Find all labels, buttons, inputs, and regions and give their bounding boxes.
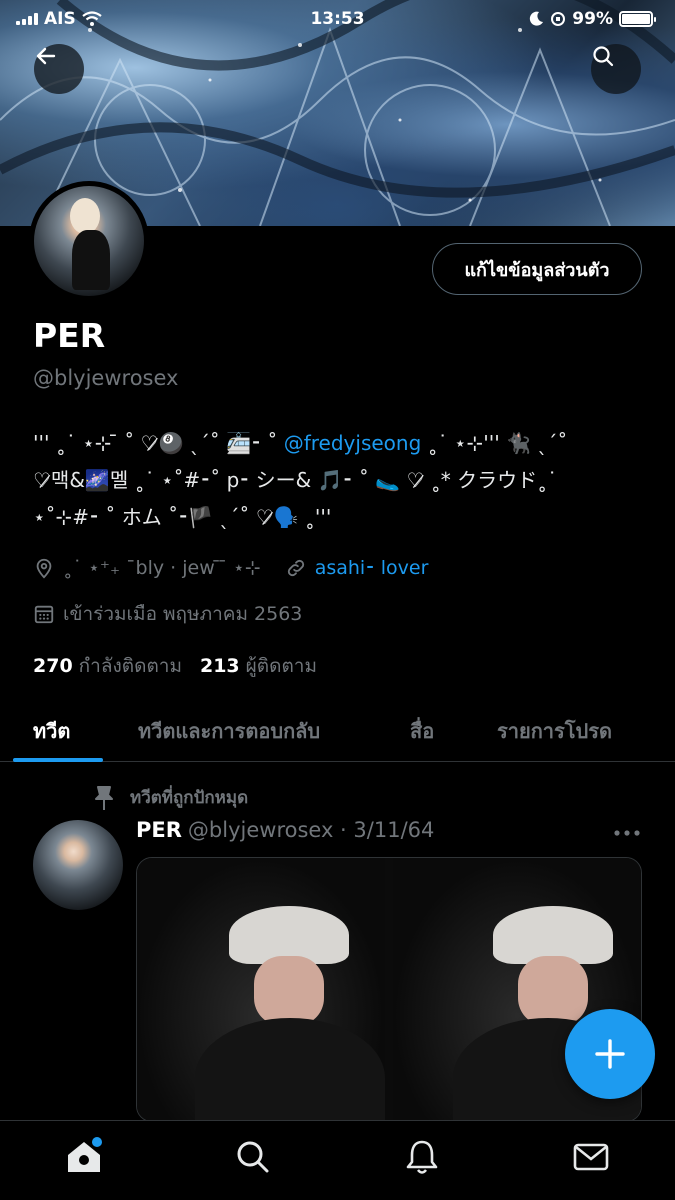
profile-meta-location-website: ˳˙ ⋆⁺₊ ¯bly · jew ̄ ̄ ⋆⊹ asahi⁃ lover	[33, 557, 428, 579]
following-link[interactable]: 270 กำลังติดตาม	[33, 651, 182, 681]
search-button[interactable]	[591, 44, 641, 94]
profile-avatar[interactable]	[29, 181, 149, 301]
rotation-lock-icon	[551, 12, 566, 26]
bio-text: ''' ˳˙ ⋆⊹ ̄ ˚ ♡̷🎱 ˎˊ˚ 🚈⁃ ˚	[33, 431, 284, 455]
pinned-tweet-label: ทวีตที่ถูกปักหมุด	[92, 784, 248, 811]
bio-text: ˳˙ ⋆⊹''' 🐈‍⬛ ˎˊ˚	[421, 431, 568, 455]
pushpin-icon	[95, 785, 113, 810]
battery-percent: 99%	[572, 9, 613, 29]
bio-line: ♡̷맥&🌌멜 ˳˙ ⋆˚#⁃˚ p⁃ シー& 🎵⁃ ˚ 🥿 ♡̷ ˳* クラウド…	[33, 468, 558, 492]
profile-handle: @blyjewrosex	[33, 366, 179, 390]
profile-website-link[interactable]: asahi⁃ lover	[315, 557, 429, 579]
search-icon	[593, 46, 614, 67]
compose-tweet-button[interactable]	[565, 1009, 655, 1099]
search-icon	[237, 1141, 269, 1172]
wifi-icon	[82, 11, 102, 26]
bottom-navigation	[0, 1120, 675, 1200]
tweet-author-name[interactable]: PER	[136, 818, 182, 842]
calendar-icon	[34, 605, 54, 624]
bio-line: ⋆˚⊹#⁃ ˚ ホム ˚⁃🏴 ˎˊ˚ ♡̷🗣️ ˳'''	[33, 505, 332, 529]
arrow-left-icon	[36, 47, 56, 65]
tweet-author-avatar[interactable]	[33, 820, 123, 910]
moon-icon	[530, 11, 544, 26]
profile-bio: ''' ˳˙ ⋆⊹ ̄ ˚ ♡̷🎱 ˎˊ˚ 🚈⁃ ˚ @fredyjseong …	[33, 425, 643, 536]
edit-profile-button[interactable]: แก้ไขข้อมูลส่วนตัว	[432, 243, 642, 295]
tab-tweets-and-replies[interactable]: ทวีตและการตอบกลับ	[138, 700, 320, 762]
nav-home[interactable]	[54, 1127, 114, 1187]
followers-link[interactable]: 213 ผู้ติดตาม	[200, 651, 317, 681]
tweet-more-button[interactable]	[612, 818, 642, 848]
bell-icon	[406, 1140, 438, 1174]
tab-media[interactable]: สื่อ	[410, 700, 434, 762]
tab-likes[interactable]: รายการโปรด	[497, 700, 612, 762]
signal-icon	[16, 13, 38, 25]
location-pin-icon	[36, 558, 52, 579]
tweet-media[interactable]	[136, 857, 642, 1122]
display-name: PER	[33, 316, 106, 355]
profile-tabs: ทวีต ทวีตและการตอบกลับ สื่อ รายการโปรด	[0, 700, 675, 762]
mail-icon	[573, 1143, 608, 1170]
carrier-label: AIS	[44, 9, 76, 29]
plus-icon	[595, 1039, 625, 1069]
home-new-dot	[92, 1136, 103, 1147]
status-bar: AIS 13:53 99%	[0, 0, 675, 38]
nav-notifications[interactable]	[392, 1127, 452, 1187]
nav-explore[interactable]	[223, 1127, 283, 1187]
tweet-header: PER @blyjewrosex · 3/11/64	[136, 818, 434, 842]
more-dots-icon	[614, 830, 640, 836]
active-tab-indicator	[13, 758, 103, 762]
link-icon	[287, 559, 304, 577]
bio-mention-link[interactable]: @fredyjseong	[284, 431, 422, 455]
profile-joined-date: เข้าร่วมเมือ พฤษภาคม 2563	[63, 603, 303, 625]
profile-location: ˳˙ ⋆⁺₊ ¯bly · jew ̄ ̄ ⋆⊹	[63, 557, 261, 579]
nav-messages[interactable]	[561, 1127, 621, 1187]
battery-icon	[619, 11, 656, 27]
tweet-handle-date: @blyjewrosex · 3/11/64	[187, 818, 435, 842]
profile-meta-joined: เข้าร่วมเมือ พฤษภาคม 2563	[33, 599, 302, 629]
tab-tweets[interactable]: ทวีต	[33, 700, 70, 762]
back-button[interactable]	[34, 44, 84, 94]
follow-stats: 270 กำลังติดตาม 213 ผู้ติดตาม	[33, 651, 317, 681]
tweet-photo-1[interactable]	[137, 858, 385, 1121]
